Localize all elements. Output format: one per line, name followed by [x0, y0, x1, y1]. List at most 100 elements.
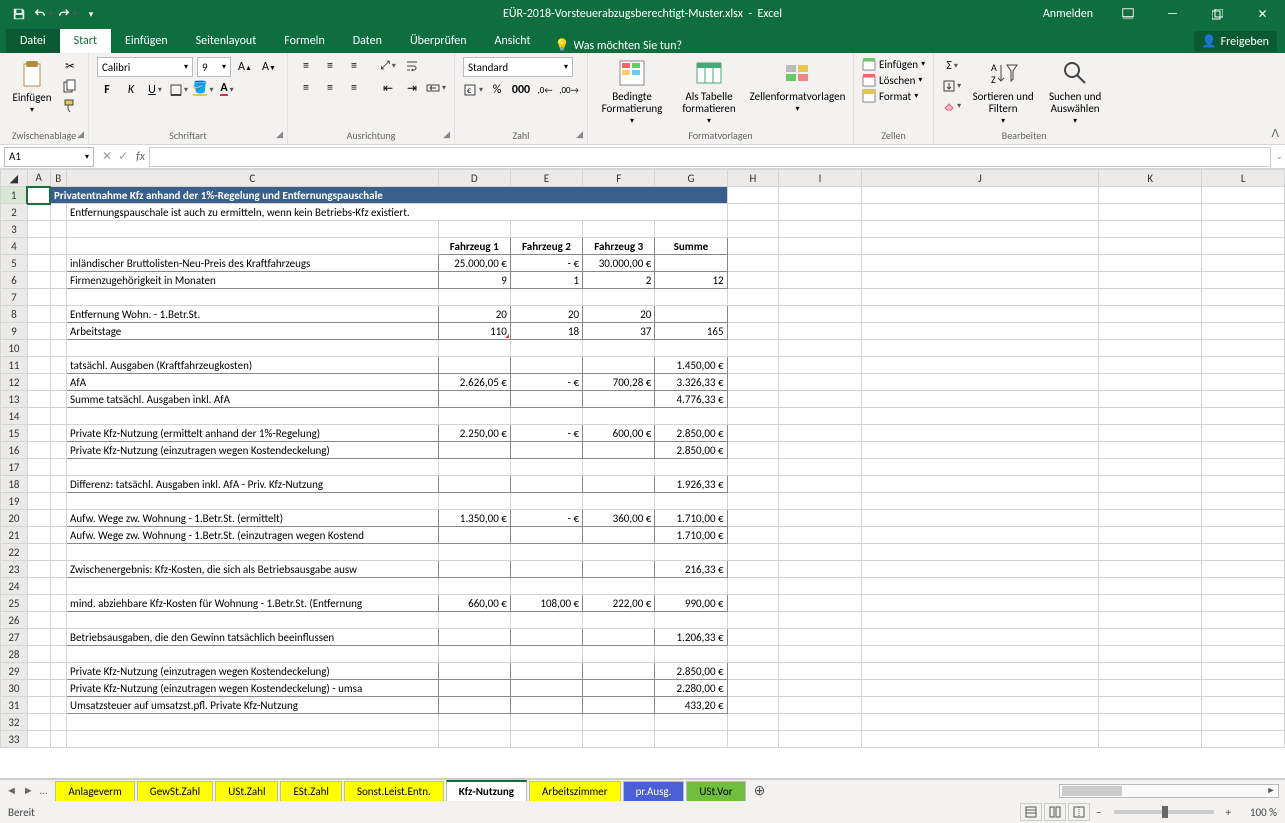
- view-normal-icon[interactable]: [1020, 803, 1042, 821]
- row-header[interactable]: 22: [1, 544, 28, 561]
- formula-input[interactable]: [149, 147, 1271, 167]
- decrease-indent-icon[interactable]: ⇤: [378, 79, 398, 97]
- tab-pagelayout[interactable]: Seitenlayout: [182, 29, 271, 53]
- sort-filter-button[interactable]: AZ Sortieren und Filtern▾: [970, 57, 1036, 126]
- row-header[interactable]: 21: [1, 527, 28, 544]
- align-middle-icon[interactable]: ≡: [320, 57, 340, 75]
- align-bottom-icon[interactable]: ≡: [344, 57, 364, 75]
- fill-color-icon[interactable]: 🪣: [193, 81, 213, 99]
- merge-center-icon[interactable]: [426, 79, 446, 97]
- redo-icon[interactable]: [56, 3, 78, 25]
- row-header[interactable]: 19: [1, 493, 28, 510]
- tab-formulas[interactable]: Formeln: [270, 29, 338, 53]
- cell-styles-button[interactable]: Zellenformatvorlagen▾: [750, 57, 845, 114]
- row-header[interactable]: 20: [1, 510, 28, 527]
- tab-start[interactable]: Start: [60, 29, 111, 53]
- sheet-tab-active[interactable]: Kfz-Nutzung: [446, 780, 527, 801]
- dialog-launcher-icon[interactable]: ◢: [443, 129, 450, 140]
- align-center-icon[interactable]: ≡: [320, 79, 340, 97]
- tab-view[interactable]: Ansicht: [481, 29, 545, 53]
- font-name[interactable]: Calibri▾: [97, 57, 193, 77]
- signin-link[interactable]: Anmelden: [1031, 7, 1105, 21]
- row-header[interactable]: 3: [1, 221, 28, 238]
- view-pagelayout-icon[interactable]: [1044, 803, 1066, 821]
- zoom-out-icon[interactable]: −: [1092, 806, 1105, 819]
- row-header[interactable]: 6: [1, 272, 28, 289]
- row-header[interactable]: 14: [1, 408, 28, 425]
- format-cells-button[interactable]: Format ▾: [862, 89, 925, 103]
- border-icon[interactable]: [169, 81, 189, 99]
- clear-icon[interactable]: [942, 97, 962, 115]
- row-header[interactable]: 23: [1, 561, 28, 578]
- view-pagebreak-icon[interactable]: [1068, 803, 1090, 821]
- accounting-format-icon[interactable]: €: [463, 81, 483, 99]
- maximize-icon[interactable]: [1195, 0, 1240, 28]
- collapse-ribbon-icon[interactable]: ᐱ: [1271, 127, 1279, 140]
- sheet-tab[interactable]: Sonst.Leist.Entn.: [344, 781, 444, 801]
- share-button[interactable]: 👤Freigeben: [1194, 31, 1277, 52]
- row-header[interactable]: 16: [1, 442, 28, 459]
- row-header[interactable]: 25: [1, 595, 28, 612]
- paste-button[interactable]: Einfügen▾: [8, 58, 56, 115]
- row-header[interactable]: 33: [1, 731, 28, 748]
- sheet-tab[interactable]: USt.Vor: [686, 781, 745, 801]
- expand-formula-bar-icon[interactable]: ⌄: [1275, 151, 1283, 162]
- qat-customize-icon[interactable]: ▾: [80, 3, 102, 25]
- row-header[interactable]: 9: [1, 323, 28, 340]
- sheet-tab[interactable]: Anlageverm: [55, 781, 134, 801]
- horizontal-scrollbar[interactable]: ◄►: [1059, 784, 1279, 798]
- italic-icon[interactable]: K: [121, 81, 141, 99]
- dialog-launcher-icon[interactable]: ◢: [276, 129, 283, 140]
- insert-cells-button[interactable]: Einfügen ▾: [862, 57, 925, 71]
- row-header[interactable]: 27: [1, 629, 28, 646]
- subtitle-cell[interactable]: Entfernungspauschale ist auch zu ermitte…: [67, 204, 728, 221]
- row-header[interactable]: 15: [1, 425, 28, 442]
- decrease-decimal-icon[interactable]: ,00→: [559, 81, 579, 99]
- save-icon[interactable]: [8, 3, 30, 25]
- undo-icon[interactable]: [32, 3, 54, 25]
- row-header[interactable]: 7: [1, 289, 28, 306]
- title-cell[interactable]: Privatentnahme Kfz anhand der 1%-Regelun…: [50, 187, 727, 204]
- row-header[interactable]: 10: [1, 340, 28, 357]
- number-format[interactable]: Standard▾: [463, 57, 573, 77]
- fill-icon[interactable]: [942, 77, 962, 95]
- zoom-in-icon[interactable]: +: [1222, 806, 1235, 819]
- tab-file[interactable]: Datei: [6, 29, 60, 53]
- decrease-font-icon[interactable]: A▼: [259, 58, 279, 76]
- row-header[interactable]: 1: [1, 187, 28, 204]
- cancel-formula-icon[interactable]: ✕: [102, 149, 112, 164]
- increase-decimal-icon[interactable]: ,0←: [535, 81, 555, 99]
- add-sheet-icon[interactable]: ⊕: [746, 782, 774, 799]
- increase-indent-icon[interactable]: ⇥: [402, 79, 422, 97]
- fx-icon[interactable]: fx: [136, 150, 149, 164]
- dialog-launcher-icon[interactable]: ◢: [77, 129, 84, 140]
- row-header[interactable]: 11: [1, 357, 28, 374]
- conditional-formatting-button[interactable]: Bedingte Formatierung▾: [596, 57, 668, 126]
- tell-me[interactable]: 💡Was möchten Sie tun?: [545, 38, 693, 53]
- row-header[interactable]: 12: [1, 374, 28, 391]
- font-color-icon[interactable]: A: [217, 81, 237, 99]
- row-header[interactable]: 2: [1, 204, 28, 221]
- wrap-text-icon[interactable]: [402, 57, 422, 75]
- row-header[interactable]: 18: [1, 476, 28, 493]
- align-right-icon[interactable]: ≡: [344, 79, 364, 97]
- ribbon-options-icon[interactable]: [1105, 0, 1150, 28]
- thousands-icon[interactable]: 000: [511, 81, 531, 99]
- delete-cells-button[interactable]: Löschen ▾: [862, 73, 925, 87]
- row-header[interactable]: 8: [1, 306, 28, 323]
- row-header[interactable]: 26: [1, 612, 28, 629]
- sheet-tab[interactable]: pr.Ausg.: [623, 781, 685, 801]
- align-left-icon[interactable]: ≡: [296, 79, 316, 97]
- name-box[interactable]: A1▾: [4, 147, 94, 167]
- row-header[interactable]: 31: [1, 697, 28, 714]
- find-select-button[interactable]: Suchen und Auswählen▾: [1044, 57, 1106, 126]
- row-header[interactable]: 24: [1, 578, 28, 595]
- underline-icon[interactable]: U: [145, 81, 165, 99]
- copy-icon[interactable]: [60, 77, 80, 95]
- tab-insert[interactable]: Einfügen: [111, 29, 182, 53]
- row-header[interactable]: 4: [1, 238, 28, 255]
- row-header[interactable]: 32: [1, 714, 28, 731]
- bold-icon[interactable]: F: [97, 81, 117, 99]
- tab-nav-more-icon[interactable]: …: [38, 784, 50, 797]
- enter-formula-icon[interactable]: ✓: [118, 149, 128, 164]
